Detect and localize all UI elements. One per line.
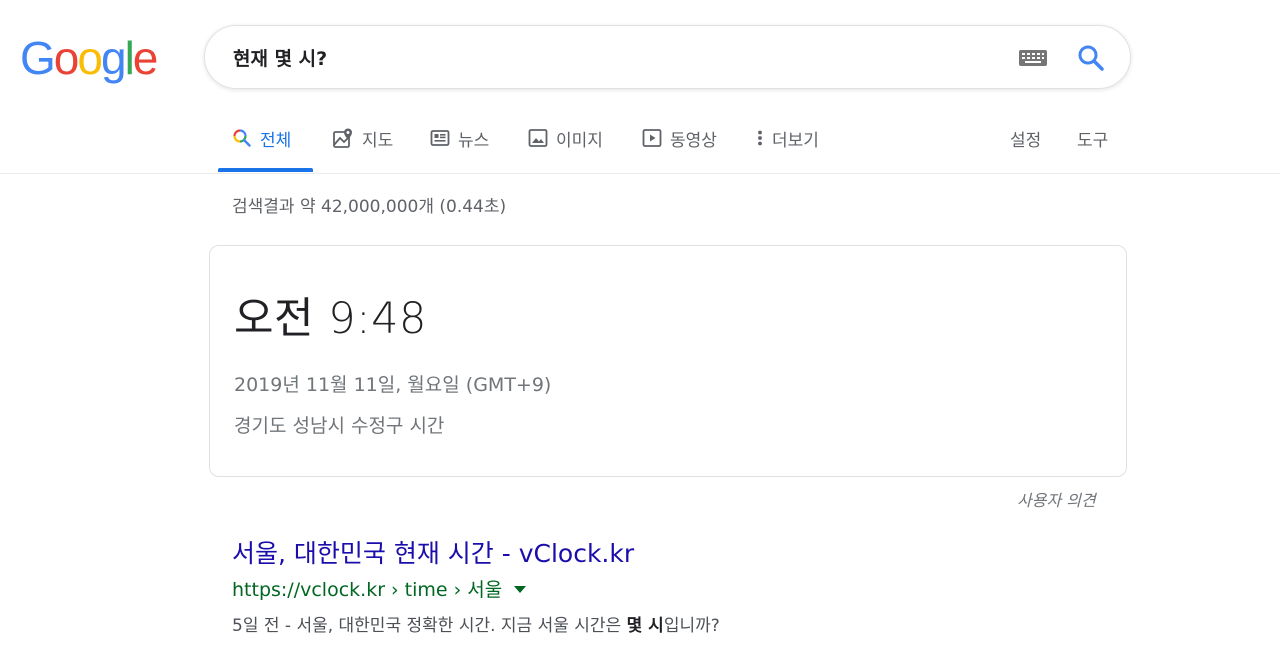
snippet-text-end: 입니까? [663, 616, 720, 636]
current-time: 오전 9:48 [234, 294, 427, 344]
tools-link[interactable]: 도구 [1077, 124, 1108, 152]
feedback-link[interactable]: 사용자 의견 [1017, 487, 1096, 511]
keyboard-icon[interactable] [1018, 48, 1048, 68]
logo-letter: l [124, 32, 135, 84]
tab-all[interactable]: 전체 [232, 124, 291, 152]
current-date: 2019년 11월 11일, 월요일 (GMT+9) [234, 374, 552, 396]
result-title-link[interactable]: 서울, 대한민국 현재 시간 - vClock.kr [232, 534, 634, 570]
tab-label: 이미지 [556, 130, 603, 151]
tab-label: 더보기 [772, 130, 819, 151]
tab-videos[interactable]: 동영상 [642, 124, 717, 152]
search-icon [233, 129, 251, 147]
search-tabs: 전체 지도 뉴스 이미지 동영상 더보기 설정 도구 [0, 110, 1280, 174]
tab-label: 지도 [362, 130, 394, 151]
news-icon [430, 130, 450, 146]
time-location: 경기도 성남시 수정구 시간 [234, 415, 445, 437]
map-icon [333, 128, 352, 148]
search-results-page: Google 전체 [0, 0, 1280, 665]
result-stats: 검색결과 약 42,000,000개 (0.44초) [232, 197, 507, 217]
logo-letter: o [53, 32, 80, 84]
result-url-text: https://vclock.kr › time › 서울 [232, 579, 503, 601]
logo-letter: o [77, 32, 103, 84]
tab-label: 뉴스 [458, 130, 490, 151]
dropdown-arrow-icon[interactable] [514, 586, 527, 593]
video-icon [642, 129, 662, 147]
google-logo[interactable]: Google [20, 32, 159, 84]
logo-letter: e [132, 32, 159, 84]
search-box [204, 25, 1131, 89]
snippet-highlight: 몇 시 [626, 616, 664, 636]
tab-images[interactable]: 이미지 [528, 124, 603, 152]
more-vert-icon [758, 130, 762, 146]
image-icon [528, 129, 548, 147]
tools-label: 도구 [1077, 130, 1109, 151]
snippet-text: 5일 전 - 서울, 대한민국 정확한 시간. 지금 서울 시간은 [232, 616, 627, 636]
search-input[interactable] [233, 39, 973, 75]
logo-letter: g [100, 32, 127, 84]
tab-label: 전체 [260, 130, 292, 151]
tab-more[interactable]: 더보기 [756, 124, 819, 152]
settings-link[interactable]: 설정 [1010, 124, 1041, 152]
search-icon[interactable] [1076, 43, 1106, 73]
tab-label: 동영상 [670, 130, 717, 151]
tab-news[interactable]: 뉴스 [430, 124, 489, 152]
result-url: https://vclock.kr › time › 서울 [232, 575, 527, 602]
result-snippet: 5일 전 - 서울, 대한민국 정확한 시간. 지금 서울 시간은 몇 시입니까… [232, 611, 720, 636]
active-tab-indicator [218, 168, 313, 172]
logo-letter: G [20, 32, 56, 84]
time-answer-card: 오전 9:48 2019년 11월 11일, 월요일 (GMT+9) 경기도 성… [209, 245, 1127, 477]
tab-maps[interactable]: 지도 [332, 124, 393, 152]
settings-label: 설정 [1010, 130, 1042, 151]
